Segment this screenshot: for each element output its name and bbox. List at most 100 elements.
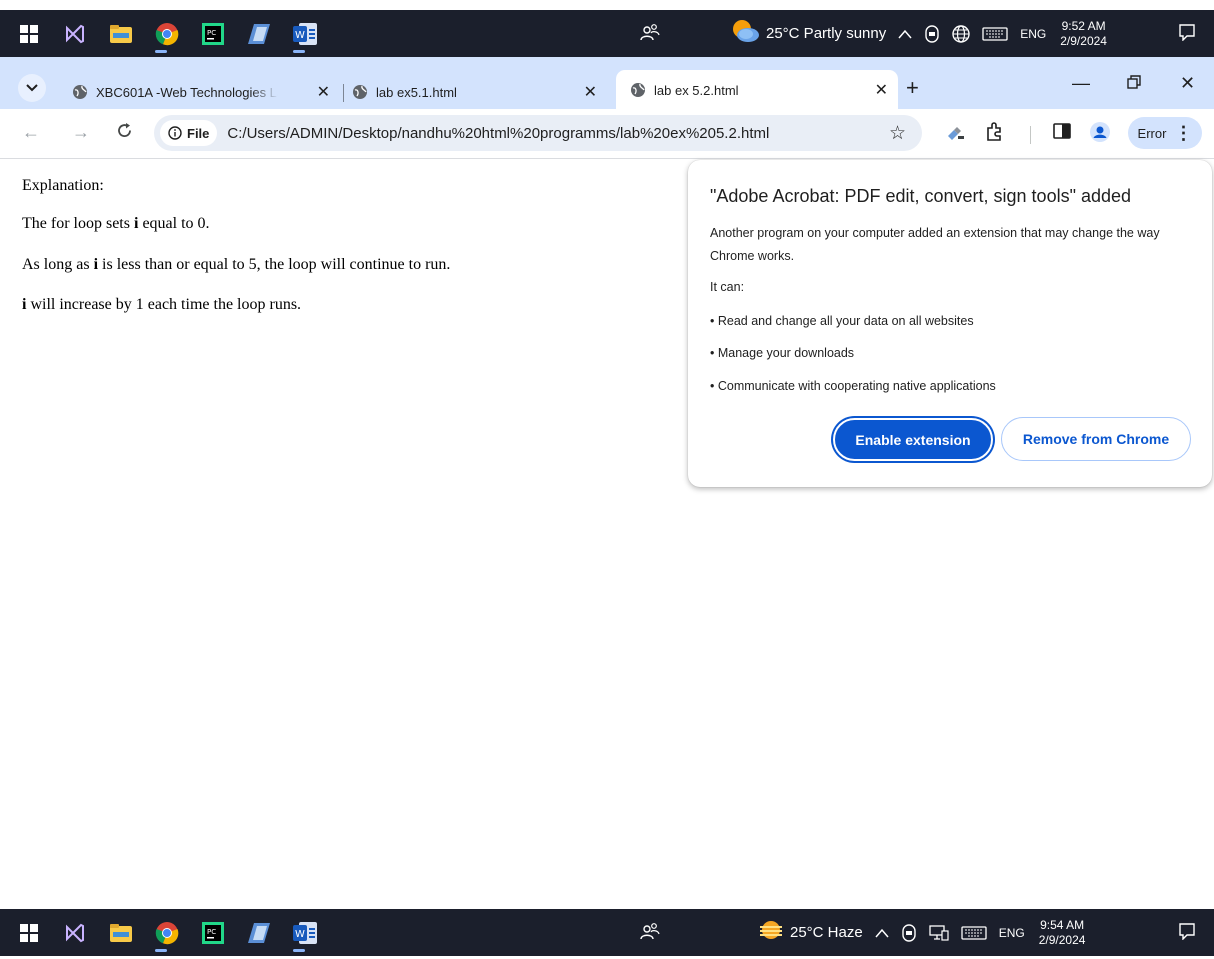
tab-lab-ex-5-2-active[interactable]: lab ex 5.2.html ✕: [616, 70, 898, 110]
profile-avatar-icon[interactable]: [1090, 122, 1110, 142]
globe-icon[interactable]: [952, 24, 970, 43]
meet-now-icon[interactable]: [924, 24, 940, 43]
new-tab-plus-icon[interactable]: +: [906, 75, 919, 101]
taskbar-pycharm[interactable]: PC: [184, 10, 230, 57]
line-text: equal to 0.: [138, 215, 210, 232]
permission-item: • Communicate with cooperating native ap…: [710, 379, 996, 393]
taskbar-pycharm[interactable]: PC: [184, 909, 230, 956]
taskbar-visual-studio[interactable]: [46, 10, 92, 57]
tab-close-icon[interactable]: ✕: [875, 80, 888, 100]
notification-icon[interactable]: [1178, 922, 1196, 944]
start-button[interactable]: [0, 10, 46, 57]
error-menu-button[interactable]: Error ⋮: [1128, 117, 1202, 149]
dialog-description: Another program on your computer added a…: [710, 226, 1160, 263]
people-icon[interactable]: [640, 23, 660, 45]
taskbar-chrome[interactable]: [138, 10, 184, 57]
remove-from-chrome-button[interactable]: Remove from Chrome: [1001, 417, 1191, 461]
weather-haze-icon[interactable]: [758, 919, 784, 946]
keyboard-icon[interactable]: [961, 925, 987, 940]
clock-time: 9:52 AM: [1061, 18, 1106, 33]
permission-item: • Manage your downloads: [710, 346, 855, 360]
forward-arrow-icon[interactable]: →: [72, 122, 90, 143]
explanation-line-3: i will increase by 1 each time the loop …: [22, 296, 301, 314]
language-indicator[interactable]: ENG: [999, 926, 1025, 940]
windows-icon: [12, 17, 46, 51]
site-info-chip[interactable]: File: [160, 120, 218, 146]
tab-search-button[interactable]: [18, 74, 46, 102]
taskbar-word[interactable]: W: [276, 909, 322, 956]
restore-icon[interactable]: [1127, 73, 1141, 94]
globe-favicon-icon: [630, 82, 646, 98]
tab-strip: XBC601A -Web Technologies Lab ✕ lab ex5.…: [0, 57, 1214, 110]
back-arrow-icon[interactable]: ←: [22, 122, 40, 143]
clock-date: 2/9/2024: [1038, 932, 1086, 947]
line-text: will increase by 1 each time the loop ru…: [26, 296, 302, 313]
word-icon: W: [288, 17, 322, 51]
tab-title: lab ex5.1.html: [376, 84, 457, 100]
reload-icon[interactable]: [116, 122, 133, 144]
error-label: Error: [1137, 125, 1167, 141]
language-indicator[interactable]: ENG: [1020, 27, 1046, 41]
notes-icon: [242, 17, 276, 51]
chrome-icon: [150, 916, 184, 950]
taskbar-apps: PC W: [0, 10, 322, 57]
meet-now-icon[interactable]: [901, 923, 917, 942]
permission-item: • Read and change all your data on all w…: [710, 314, 974, 328]
windows-icon: [12, 916, 46, 950]
clock-date: 2/9/2024: [1060, 33, 1107, 48]
chevron-up-icon[interactable]: [898, 29, 912, 39]
line-text: is less than or equal to 5, the loop wil…: [98, 256, 451, 273]
browser-toolbar: ← → File C:/Users/ADMIN/Desktop/nandhu%2…: [0, 109, 1214, 159]
taskbar-app-blue[interactable]: [230, 909, 276, 956]
close-window-icon[interactable]: ✕: [1180, 73, 1195, 94]
svg-text:PC: PC: [207, 928, 216, 936]
clock[interactable]: 9:54 AM 2/9/2024: [1039, 918, 1086, 948]
tab-close-icon[interactable]: ✕: [317, 82, 330, 102]
svg-text:PC: PC: [207, 29, 216, 37]
taskbar-top: PC W 25°C Partly sunny ENG 9:52 AM 2/9/2…: [0, 10, 1214, 57]
dialog-title: "Adobe Acrobat: PDF edit, convert, sign …: [710, 186, 1132, 206]
tab-title: lab ex 5.2.html: [654, 82, 739, 98]
line-text: As long as: [22, 256, 94, 273]
taskbar-word[interactable]: W: [276, 10, 322, 57]
kebab-menu-icon: ⋮: [1174, 122, 1193, 143]
network-icon[interactable]: [929, 924, 949, 941]
dialog-it-can: It can:: [710, 280, 745, 294]
svg-text:W: W: [295, 30, 305, 41]
taskbar-file-explorer[interactable]: [92, 10, 138, 57]
explanation-line-2: As long as i is less than or equal to 5,…: [22, 256, 450, 274]
people-icon[interactable]: [640, 922, 660, 944]
clock[interactable]: 9:52 AM 2/9/2024: [1060, 19, 1107, 49]
keyboard-icon[interactable]: [982, 26, 1008, 41]
bookmark-star-icon[interactable]: ☆: [889, 122, 906, 145]
explanation-line-1: The for loop sets i equal to 0.: [22, 215, 210, 233]
start-button[interactable]: [0, 909, 46, 956]
system-tray: 25°C Haze ENG 9:54 AM 2/9/2024: [758, 909, 1085, 956]
taskbar-apps: PC W: [0, 909, 322, 956]
extensions-puzzle-icon[interactable]: [984, 122, 1004, 142]
weather-text[interactable]: 25°C Partly sunny: [766, 25, 886, 42]
taskbar-app-blue[interactable]: [230, 10, 276, 57]
taskbar-chrome[interactable]: [138, 909, 184, 956]
address-bar[interactable]: File C:/Users/ADMIN/Desktop/nandhu%20htm…: [154, 115, 922, 151]
notification-icon[interactable]: [1178, 23, 1196, 45]
info-icon: [168, 126, 182, 140]
enable-extension-button[interactable]: Enable extension: [833, 418, 993, 461]
pycharm-icon: PC: [196, 916, 230, 950]
tab-close-icon[interactable]: ✕: [584, 82, 597, 102]
weather-sunny-icon[interactable]: [730, 18, 760, 49]
taskbar-visual-studio[interactable]: [46, 909, 92, 956]
url-text[interactable]: C:/Users/ADMIN/Desktop/nandhu%20html%20p…: [227, 125, 769, 142]
weather-text[interactable]: 25°C Haze: [790, 924, 863, 941]
extension-added-dialog: "Adobe Acrobat: PDF edit, convert, sign …: [688, 160, 1212, 487]
tab-web-technologies[interactable]: XBC601A -Web Technologies Lab ✕: [68, 74, 340, 110]
chevron-up-icon[interactable]: [875, 928, 889, 938]
tab-lab-ex5-1[interactable]: lab ex5.1.html ✕: [352, 74, 607, 110]
side-panel-icon[interactable]: [1053, 122, 1071, 140]
taskbar-file-explorer[interactable]: [92, 909, 138, 956]
extension-puzzle-paint-icon[interactable]: [946, 122, 966, 142]
folder-icon: [104, 17, 138, 51]
chevron-down-icon: [26, 84, 38, 92]
clock-time: 9:54 AM: [1040, 917, 1085, 932]
minimize-icon[interactable]: —: [1072, 73, 1090, 94]
